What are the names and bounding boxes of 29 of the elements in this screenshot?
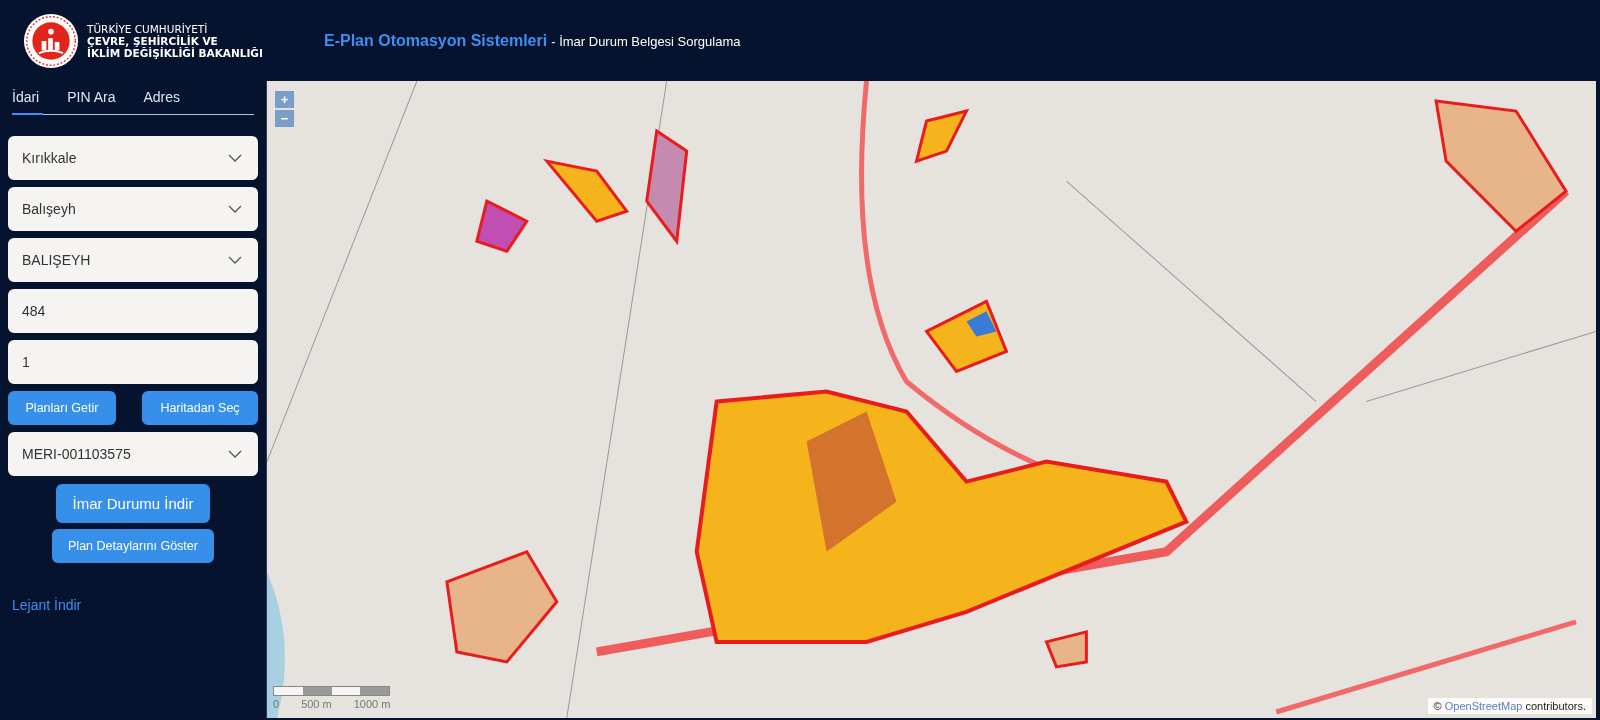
dropdown[interactable]: MERI-001103575 [8, 432, 258, 476]
ministry-emblem-icon [23, 12, 79, 69]
chevron-down-icon [228, 256, 242, 264]
chevron-down-icon [228, 205, 242, 213]
scale-label: 0 [273, 698, 280, 710]
app-title: E-Plan Otomasyon Sistemleri [324, 31, 548, 50]
legend-download-link[interactable]: Lejant İndir [12, 597, 82, 613]
dropdown[interactable]: Kırıkkale [8, 136, 258, 180]
input-field[interactable]: 1 [8, 340, 258, 384]
dropdown-value: BALIŞEYH [22, 252, 91, 268]
dropdown[interactable]: Balışeyh [8, 187, 258, 231]
dropdown-value: Balışeyh [22, 201, 76, 217]
ministry-name-line: ÇEVRE, ŞEHİRCİLİK VE [87, 34, 219, 47]
scale-label: 1000 m [353, 698, 391, 710]
input-field[interactable]: 484 [8, 289, 258, 333]
dropdown-value: MERI-001103575 [22, 446, 131, 462]
page-subtitle: - İmar Durum Belgesi Sorgulama [551, 33, 741, 49]
dropdown[interactable]: BALIŞEYH [8, 238, 258, 282]
tab[interactable]: İdari [12, 85, 44, 115]
dropdown-value: Kırıkkale [22, 150, 77, 166]
chevron-down-icon [228, 154, 242, 162]
attribution-text: © OpenStreetMap contributors. [1427, 698, 1592, 714]
tab[interactable]: PIN Ara [63, 85, 120, 115]
chevron-down-icon [228, 450, 242, 458]
ministry-name-line: TÜRKİYE CUMHURİYETİ [87, 22, 209, 35]
openstreetmap-link[interactable]: OpenStreetMap [1444, 700, 1523, 712]
scale-label: 500 m [301, 698, 332, 710]
ministry-name-line: İKLİM DEĞİŞİKLİĞİ BAKANLIĞI [87, 46, 263, 59]
tab[interactable]: Adres [139, 85, 185, 115]
